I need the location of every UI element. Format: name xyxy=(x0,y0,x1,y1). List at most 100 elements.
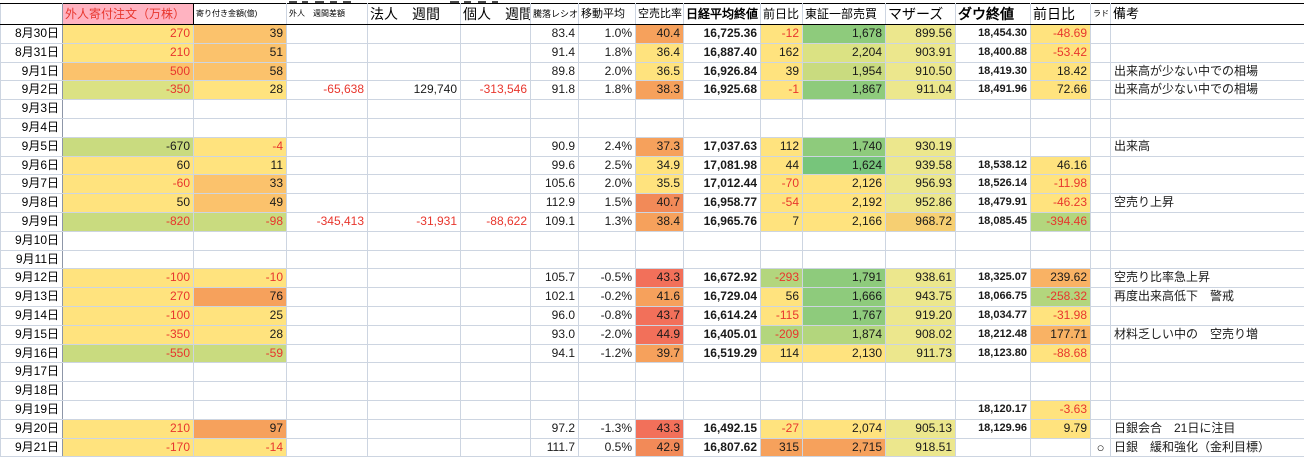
cell-cw[interactable]: -31,931 xyxy=(368,212,461,231)
cell-dc[interactable]: -11.98 xyxy=(1031,175,1091,194)
cell-nc[interactable]: 56 xyxy=(761,288,803,307)
cell-a[interactable]: -4 xyxy=(194,137,287,156)
cell-fw[interactable] xyxy=(287,363,368,382)
cell-s[interactable]: 38.3 xyxy=(636,81,684,100)
cell-t[interactable]: 1,767 xyxy=(803,306,886,325)
cell-m[interactable]: 2.4% xyxy=(579,137,636,156)
cell-iw[interactable] xyxy=(461,156,531,175)
cell-r[interactable] xyxy=(531,382,579,401)
cell-t[interactable]: 2,204 xyxy=(803,43,886,62)
cell-date[interactable]: 9月1日 xyxy=(1,62,63,81)
cell-note[interactable] xyxy=(1111,43,1304,62)
cell-s[interactable] xyxy=(636,363,684,382)
cell-f[interactable]: 60 xyxy=(63,156,194,175)
cell-nc[interactable]: 162 xyxy=(761,43,803,62)
cell-note[interactable]: 再度出来高低下 警戒 xyxy=(1111,288,1304,307)
cell-m[interactable]: -1.3% xyxy=(579,419,636,438)
cell-t[interactable]: 2,130 xyxy=(803,344,886,363)
cell-t[interactable]: 1,874 xyxy=(803,325,886,344)
cell-note[interactable] xyxy=(1111,382,1304,401)
cell-fw[interactable] xyxy=(287,288,368,307)
cell-t[interactable] xyxy=(803,363,886,382)
cell-dc[interactable]: -394.46 xyxy=(1031,212,1091,231)
column-header-fw[interactable]: 外人 週間差額 xyxy=(287,4,368,25)
cell-nc[interactable] xyxy=(761,382,803,401)
cell-rad[interactable] xyxy=(1091,212,1111,231)
cell-n[interactable] xyxy=(684,231,761,250)
cell-note[interactable]: 空売り比率急上昇 xyxy=(1111,269,1304,288)
cell-rad[interactable] xyxy=(1091,81,1111,100)
cell-nc[interactable]: 112 xyxy=(761,137,803,156)
cell-n[interactable]: 16,725.36 xyxy=(684,25,761,44)
cell-cw[interactable] xyxy=(368,194,461,213)
cell-d[interactable]: 18,491.96 xyxy=(956,81,1031,100)
cell-date[interactable]: 9月9日 xyxy=(1,212,63,231)
cell-mo[interactable]: 956.93 xyxy=(886,175,956,194)
cell-n[interactable]: 16,965.76 xyxy=(684,212,761,231)
column-header-note[interactable]: 備考 xyxy=(1111,4,1304,25)
cell-dc[interactable] xyxy=(1031,382,1091,401)
cell-mo[interactable]: 903.91 xyxy=(886,43,956,62)
cell-d[interactable]: 18,479.91 xyxy=(956,194,1031,213)
cell-dc[interactable] xyxy=(1031,231,1091,250)
cell-rad[interactable] xyxy=(1091,137,1111,156)
cell-mo[interactable]: 952.86 xyxy=(886,194,956,213)
cell-mo[interactable]: 899.56 xyxy=(886,25,956,44)
cell-mo[interactable]: 938.61 xyxy=(886,269,956,288)
cell-date[interactable]: 9月5日 xyxy=(1,137,63,156)
cell-iw[interactable] xyxy=(461,419,531,438)
cell-iw[interactable] xyxy=(461,325,531,344)
cell-mo[interactable] xyxy=(886,100,956,119)
cell-iw[interactable] xyxy=(461,194,531,213)
cell-a[interactable]: 39 xyxy=(194,25,287,44)
cell-r[interactable]: 109.1 xyxy=(531,212,579,231)
cell-dc[interactable]: -46.23 xyxy=(1031,194,1091,213)
cell-nc[interactable]: -209 xyxy=(761,325,803,344)
cell-n[interactable] xyxy=(684,100,761,119)
cell-dc[interactable]: 9.79 xyxy=(1031,419,1091,438)
cell-m[interactable]: 1.3% xyxy=(579,212,636,231)
cell-f[interactable]: -100 xyxy=(63,306,194,325)
cell-f[interactable] xyxy=(63,118,194,137)
cell-f[interactable]: -350 xyxy=(63,325,194,344)
cell-f[interactable]: -170 xyxy=(63,438,194,457)
cell-a[interactable]: -14 xyxy=(194,438,287,457)
cell-n[interactable]: 16,807.62 xyxy=(684,438,761,457)
cell-d[interactable] xyxy=(956,250,1031,269)
cell-fw[interactable] xyxy=(287,194,368,213)
cell-fw[interactable] xyxy=(287,100,368,119)
cell-iw[interactable] xyxy=(461,269,531,288)
cell-n[interactable] xyxy=(684,118,761,137)
cell-fw[interactable] xyxy=(287,250,368,269)
cell-r[interactable]: 105.7 xyxy=(531,269,579,288)
cell-n[interactable]: 17,081.98 xyxy=(684,156,761,175)
cell-a[interactable]: 51 xyxy=(194,43,287,62)
cell-n[interactable] xyxy=(684,400,761,419)
cell-cw[interactable] xyxy=(368,43,461,62)
cell-mo[interactable]: 911.04 xyxy=(886,81,956,100)
cell-m[interactable]: 2.0% xyxy=(579,175,636,194)
cell-d[interactable]: 18,400.88 xyxy=(956,43,1031,62)
cell-iw[interactable] xyxy=(461,100,531,119)
cell-r[interactable]: 93.0 xyxy=(531,325,579,344)
cell-mo[interactable] xyxy=(886,118,956,137)
column-header-date[interactable] xyxy=(1,4,63,25)
cell-note[interactable] xyxy=(1111,100,1304,119)
cell-m[interactable]: 2.5% xyxy=(579,156,636,175)
cell-d[interactable]: 18,419.30 xyxy=(956,62,1031,81)
cell-nc[interactable]: 315 xyxy=(761,438,803,457)
cell-n[interactable]: 16,614.24 xyxy=(684,306,761,325)
cell-f[interactable] xyxy=(63,250,194,269)
cell-a[interactable]: 58 xyxy=(194,62,287,81)
cell-date[interactable]: 9月16日 xyxy=(1,344,63,363)
cell-cw[interactable] xyxy=(368,156,461,175)
cell-r[interactable] xyxy=(531,231,579,250)
cell-nc[interactable]: 7 xyxy=(761,212,803,231)
cell-mo[interactable]: 905.13 xyxy=(886,419,956,438)
cell-dc[interactable] xyxy=(1031,363,1091,382)
cell-t[interactable]: 1,678 xyxy=(803,25,886,44)
cell-dc[interactable] xyxy=(1031,118,1091,137)
cell-nc[interactable] xyxy=(761,100,803,119)
cell-s[interactable]: 42.9 xyxy=(636,438,684,457)
cell-r[interactable]: 102.1 xyxy=(531,288,579,307)
